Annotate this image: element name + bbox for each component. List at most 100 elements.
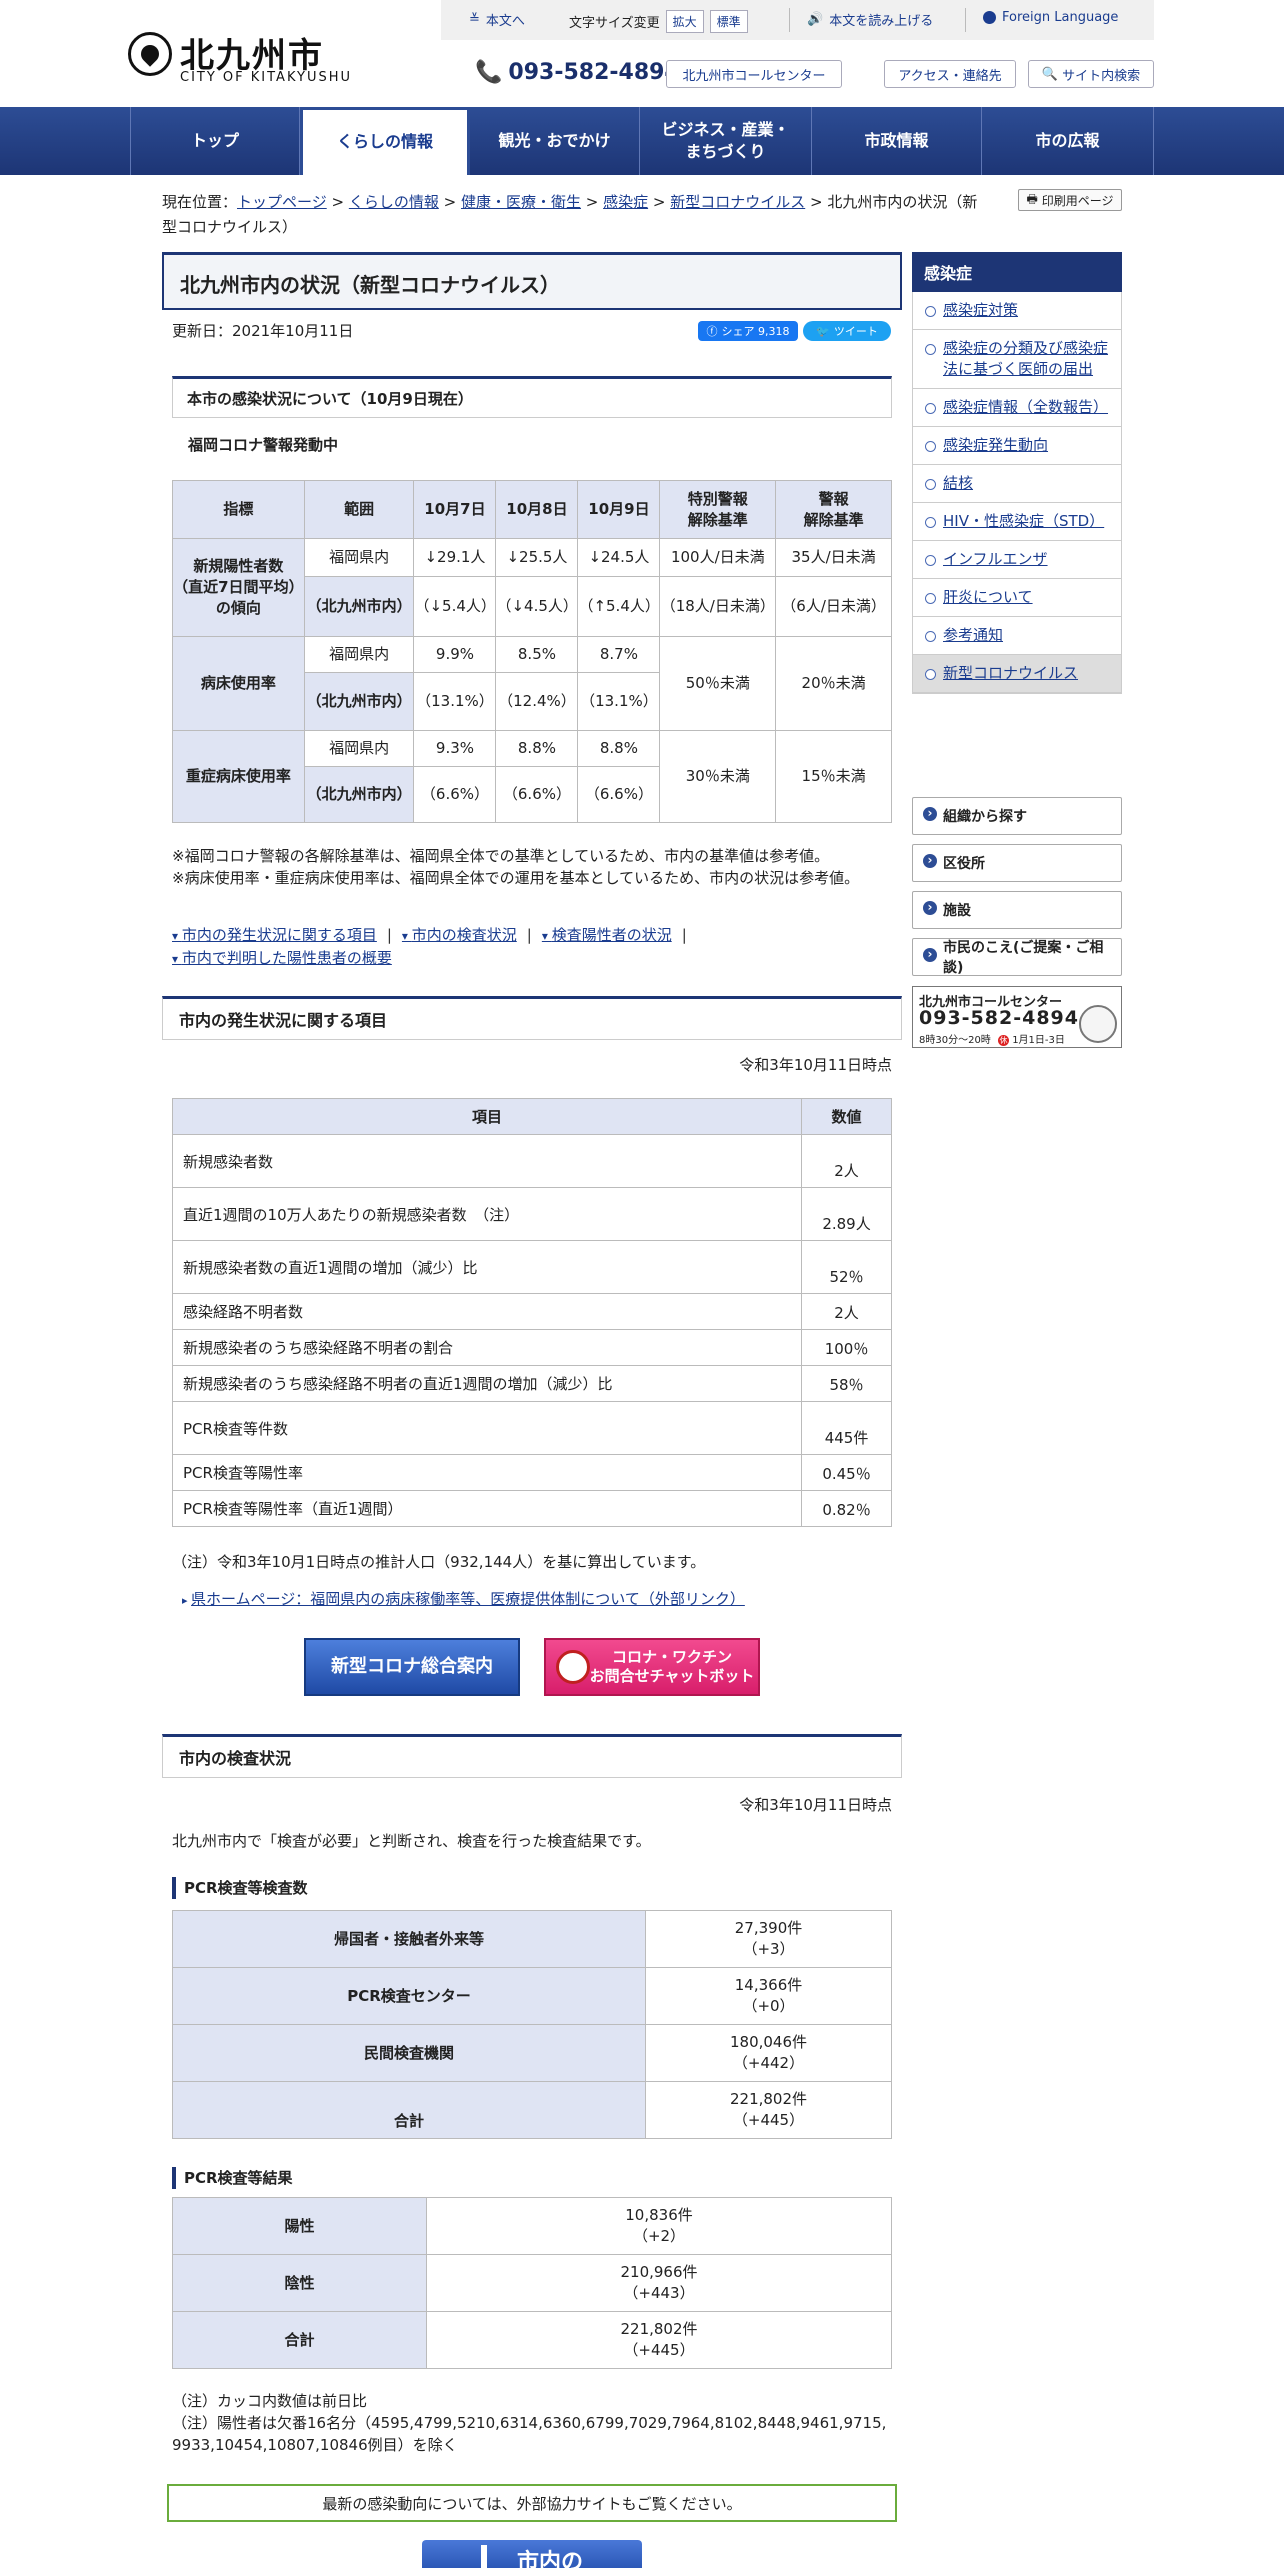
column-header: 警報 解除基準 xyxy=(775,480,892,539)
count-diff: （+0） xyxy=(742,1997,795,2015)
sidebar-item-current[interactable]: 新型コロナウイルス xyxy=(913,655,1121,693)
site-search-button[interactable]: 🔍 サイト内検索 xyxy=(1028,60,1154,88)
nav-kurashi[interactable]: くらしの情報 xyxy=(300,107,470,175)
global-nav: トップ くらしの情報 観光・おでかけ ビジネス・産業・ まちづくり 市政情報 市… xyxy=(0,107,1284,175)
sidebar-item[interactable]: 肝炎について xyxy=(913,579,1121,617)
access-button[interactable]: アクセス・連絡先 xyxy=(884,60,1016,88)
nav-top[interactable]: トップ xyxy=(130,107,300,175)
table-cell: 新規感染者数 xyxy=(171,1134,803,1188)
font-size-label: 文字サイズ変更 xyxy=(569,16,660,31)
nav-koho[interactable]: 市の広報 xyxy=(982,107,1154,175)
sidebar-heading: 感染症 xyxy=(912,252,1122,292)
nav-business[interactable]: ビジネス・産業・ まちづくり xyxy=(640,107,812,175)
table-cell: （12.4%） xyxy=(495,672,579,731)
table-cell: 福岡県内 xyxy=(303,538,415,577)
breadcrumb-link[interactable]: 感染症 xyxy=(603,193,648,211)
facebook-share-button[interactable]: ⓕ シェア 9,318 xyxy=(698,321,798,341)
sidebar-item[interactable]: 感染症の分類及び感染症法に基づく医師の届出 xyxy=(913,330,1121,389)
table-cell: 福岡県内 xyxy=(303,636,415,673)
column-header: 10月7日 xyxy=(413,480,497,539)
facilities-button[interactable]: 施設 xyxy=(912,891,1122,929)
tweet-button[interactable]: 🐦 ツイート xyxy=(803,321,891,341)
globe-icon xyxy=(983,11,996,24)
count-value: 14,366件 xyxy=(734,1976,803,1994)
sidebar-item[interactable]: 感染症対策 xyxy=(913,292,1121,330)
breadcrumb-link[interactable]: くらしの情報 xyxy=(349,193,439,211)
updated-date: 更新日：2021年10月11日 xyxy=(172,322,354,340)
facebook-icon: ⓕ xyxy=(706,325,718,338)
call-center-banner[interactable]: 北九州市コールセンター 093-582-4894 8時30分〜20時 休 1月1… xyxy=(912,986,1122,1048)
note: （注）令和3年10月1日時点の推計人口（932,144人）を基に算出しています。 xyxy=(172,1553,706,1571)
foreign-language-link[interactable]: Foreign Language xyxy=(983,10,1118,25)
sidebar-item[interactable]: HIV・性感染症（STD） xyxy=(913,503,1121,541)
result-diff: （+445） xyxy=(623,2341,695,2359)
table-cell: 8.5% xyxy=(495,636,579,673)
anchor-link[interactable]: 市内の検査状況 xyxy=(402,926,517,944)
table-cell: 30％未満 xyxy=(659,730,777,823)
skip-to-content-link[interactable]: ≚ 本文へ xyxy=(469,10,525,29)
speaker-icon: 🔊 xyxy=(807,12,824,27)
corona-guide-banner[interactable]: 新型コロナ総合案内 xyxy=(304,1638,520,1696)
table-cell: （6.6%） xyxy=(495,766,579,823)
table-cell: 8.8% xyxy=(495,730,579,767)
sidebar-item[interactable]: 参考通知 xyxy=(913,617,1121,655)
table-cell: 50％未満 xyxy=(659,636,777,731)
result-diff: （+2） xyxy=(632,2227,686,2245)
section-heading: 本市の感染状況について（10月9日現在） xyxy=(172,376,892,418)
row-header: 病床使用率 xyxy=(172,636,305,731)
ward-offices-button[interactable]: 区役所 xyxy=(912,844,1122,882)
intro-text: 北九州市内で「検査が必要」と判断され、検査を行った検査結果です。 xyxy=(172,1832,651,1850)
row-header: 新規陽性者数 （直近7日間平均） の傾向 xyxy=(172,538,305,637)
sidebar-item[interactable]: 結核 xyxy=(913,465,1121,503)
table-cell: 20％未満 xyxy=(775,636,892,731)
twitter-icon: 🐦 xyxy=(816,324,830,338)
table-cell: PCR検査等件数 xyxy=(171,1401,803,1455)
row-header: 合計 xyxy=(172,2311,427,2369)
search-by-organization-button[interactable]: 組織から探す xyxy=(912,797,1122,835)
row-header: 合計 xyxy=(172,2081,646,2139)
breadcrumb-link[interactable]: トップページ xyxy=(237,193,327,211)
anchor-link[interactable]: 市内で判明した陽性患者の概要 xyxy=(172,949,392,967)
sidebar-item[interactable]: 感染症情報（全数報告） xyxy=(913,389,1121,427)
table-cell: 52％ xyxy=(801,1240,892,1294)
font-standard-button[interactable]: 標準 xyxy=(709,10,748,33)
nav-shisei[interactable]: 市政情報 xyxy=(812,107,982,175)
nav-kanko[interactable]: 観光・おでかけ xyxy=(470,107,640,175)
sidebar-item[interactable]: インフルエンザ xyxy=(913,541,1121,579)
print-page-button[interactable]: 🖶 印刷用ページ xyxy=(1018,189,1122,211)
column-header: 10月9日 xyxy=(577,480,661,539)
breadcrumb-link[interactable]: 新型コロナウイルス xyxy=(670,193,805,211)
breadcrumb: 現在位置：トップページ > くらしの情報 > 健康・医療・衛生 > 感染症 > … xyxy=(162,193,978,236)
anchor-link[interactable]: 検査陽性者の状況 xyxy=(542,926,672,944)
table-cell: 9.3% xyxy=(413,730,497,767)
sidebar-item[interactable]: 感染症発生動向 xyxy=(913,427,1121,465)
font-enlarge-button[interactable]: 拡大 xyxy=(665,10,704,33)
column-header: 特別警報 解除基準 xyxy=(659,480,777,539)
site-logo[interactable]: 北九州市 CITY OF KITAKYUSHU xyxy=(128,30,358,86)
read-aloud-link[interactable]: 🔊 本文を読み上げる xyxy=(807,10,933,29)
table-cell: （13.1%） xyxy=(413,672,497,731)
city-data-banner[interactable]: 市内の xyxy=(422,2540,642,2568)
as-of-date: 令和3年10月11日時点 xyxy=(739,1796,892,1814)
external-link[interactable]: 県ホームページ：福岡県内の病床稼働率等、医療提供体制について（外部リンク） xyxy=(191,1590,745,1608)
vaccine-chatbot-banner[interactable]: コロナ・ワクチン お問合せチャットボット xyxy=(544,1638,760,1696)
external-link-row: ▸ 県ホームページ：福岡県内の病床稼働率等、医療提供体制について（外部リンク） xyxy=(182,1588,745,1609)
table-cell: 直近1週間の10万人あたりの新規感染者数 （注） xyxy=(171,1187,803,1241)
call-center-button[interactable]: 北九州市コールセンター xyxy=(666,60,842,88)
table-cell: （北九州市内） xyxy=(303,766,415,823)
cc-phone: 093-582-4894 xyxy=(919,1007,1079,1029)
divider xyxy=(789,8,790,32)
table-cell: 15％未満 xyxy=(775,730,892,823)
citizen-voice-button[interactable]: 市民のこえ(ご提案・ご相談) xyxy=(912,938,1122,976)
city-emblem-icon xyxy=(128,32,172,76)
printer-icon: 🖶 xyxy=(1026,191,1038,206)
breadcrumb-link[interactable]: 健康・医療・衛生 xyxy=(461,193,581,211)
table-cell: ↓29.1人 xyxy=(413,538,497,577)
column-header: 範囲 xyxy=(303,480,415,539)
note: （注）カッコ内数値は前日比 （注）陽性者は欠番16名分（4595,4799,52… xyxy=(172,2392,887,2454)
column-header: 項目 xyxy=(171,1098,803,1135)
pcr-count-table: 帰国者・接触者外来等 27,390件 （+3） PCR検査センター 14,366件 （+… xyxy=(172,1910,892,2139)
pcr-result-table: 陽性 10,836件 （+2） 陰性 210,966件 （+443） 合計 221,802… xyxy=(172,2197,892,2369)
anchor-link[interactable]: 市内の発生状況に関する項目 xyxy=(172,926,377,944)
table-cell: 8.8% xyxy=(577,730,661,767)
